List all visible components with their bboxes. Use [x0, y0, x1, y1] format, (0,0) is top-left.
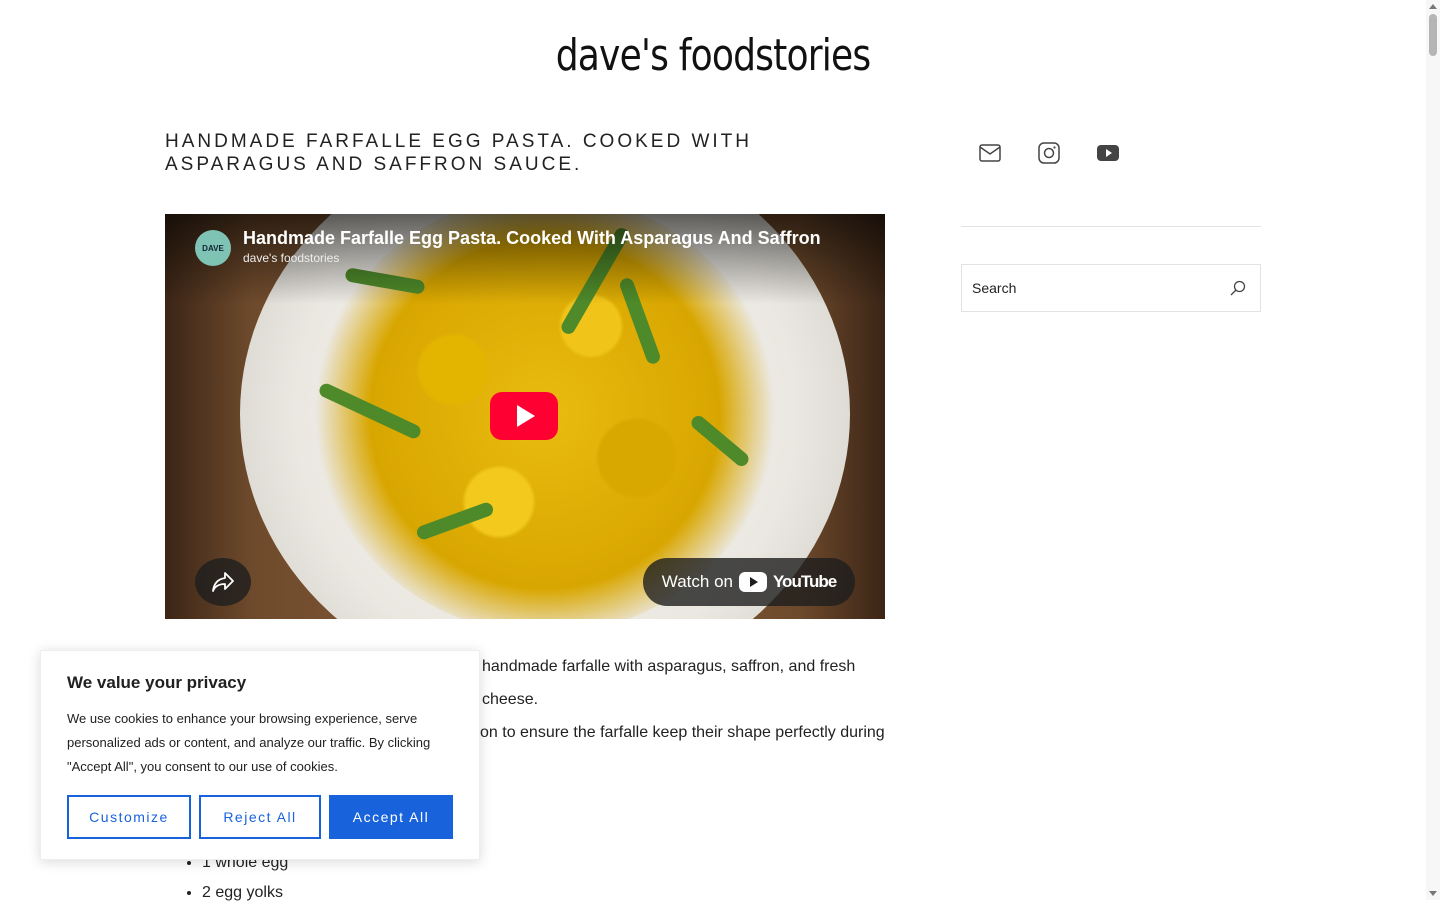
video-title[interactable]: Handmade Farfalle Egg Pasta. Cooked With… [243, 228, 863, 249]
customize-button[interactable]: Customize [67, 795, 191, 839]
share-icon [212, 572, 234, 592]
scroll-down-arrow-icon[interactable] [1429, 891, 1437, 896]
mail-icon[interactable] [977, 140, 1003, 166]
sidebar-divider [961, 226, 1261, 227]
youtube-wordmark: YouTube [772, 572, 837, 591]
accept-all-button[interactable]: Accept All [329, 795, 453, 839]
play-button[interactable] [490, 392, 558, 440]
cookie-consent-banner: We value your privacy We use cookies to … [40, 650, 480, 860]
cookie-text: We use cookies to enhance your browsing … [67, 711, 431, 774]
watch-on-label: Watch on [661, 572, 733, 591]
search-box [961, 264, 1261, 312]
cookie-heading: We value your privacy [67, 673, 247, 692]
scroll-up-arrow-icon[interactable] [1429, 4, 1437, 9]
post-title: Handmade Farfalle Egg Pasta. Cooked With… [165, 131, 752, 175]
play-icon [517, 405, 535, 427]
instagram-icon[interactable] [1036, 140, 1062, 166]
site-title[interactable]: dave's foodstories [128, 30, 1297, 81]
watch-on-youtube-button[interactable]: Watch on YouTube [643, 558, 855, 606]
youtube-icon[interactable] [1095, 140, 1121, 166]
scrollbar-thumb[interactable] [1429, 14, 1437, 56]
youtube-logo-icon [738, 572, 767, 592]
search-input[interactable] [962, 265, 1216, 311]
reject-all-button[interactable]: Reject All [199, 795, 321, 839]
list-item: 2 egg yolks [202, 878, 288, 908]
search-icon[interactable] [1216, 280, 1260, 296]
page-scrollbar[interactable] [1426, 0, 1440, 900]
video-embed[interactable]: DAVE Handmade Farfalle Egg Pasta. Cooked… [165, 214, 885, 619]
share-button[interactable] [195, 558, 251, 606]
video-channel-name[interactable]: dave's foodstories [243, 251, 339, 265]
channel-avatar[interactable]: DAVE [195, 230, 231, 266]
